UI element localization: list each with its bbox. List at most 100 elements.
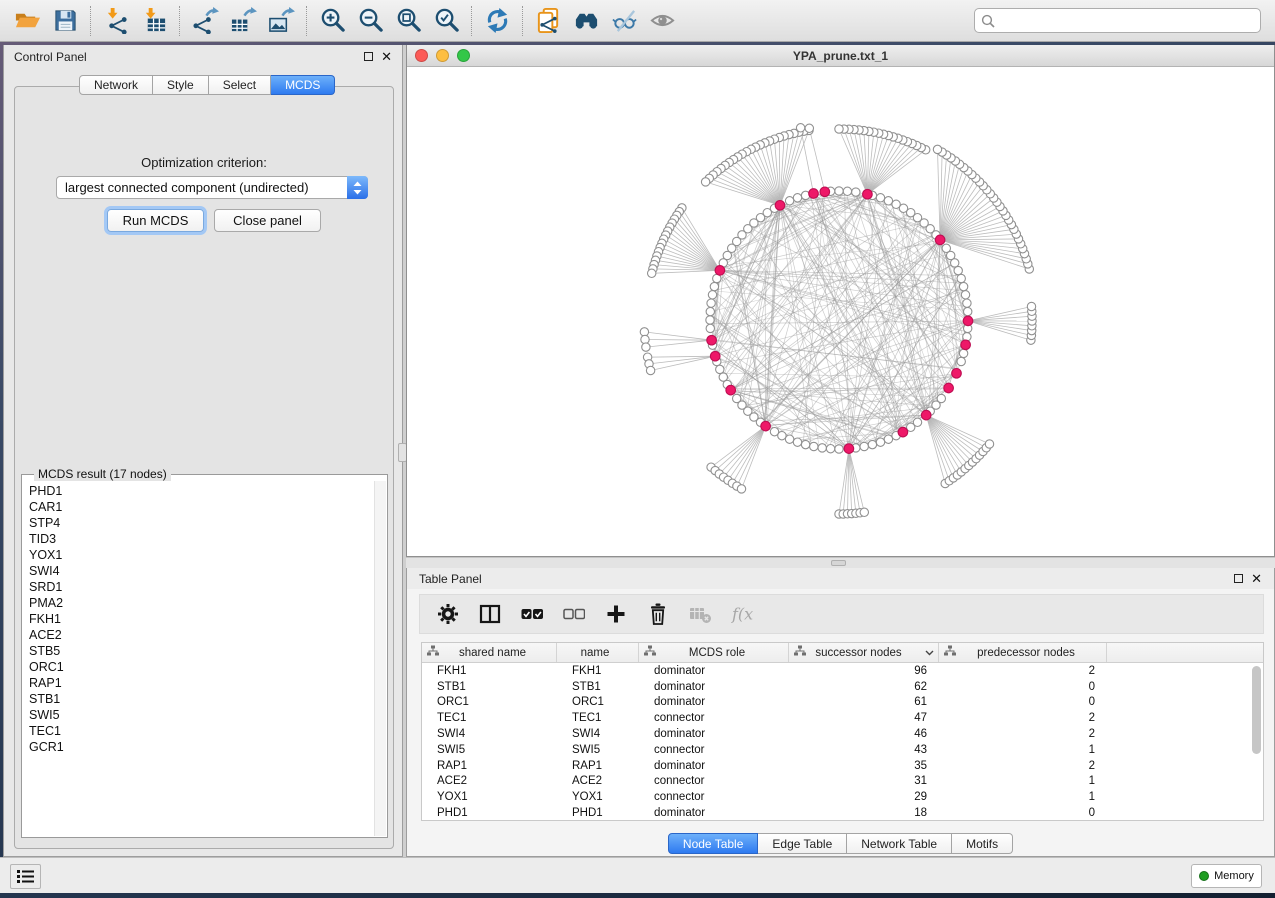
column-header-predecessor-nodes[interactable]: predecessor nodes (939, 643, 1107, 662)
cell-shared-name[interactable]: SWI5 (422, 744, 557, 756)
search-objects-button[interactable] (567, 4, 605, 38)
cell-MCDS-role[interactable]: dominator (639, 681, 789, 693)
mcds-result-item[interactable]: CAR1 (29, 499, 368, 515)
column-header-successor-nodes[interactable]: successor nodes (789, 643, 939, 662)
mcds-result-item[interactable]: ORC1 (29, 659, 368, 675)
column-header-name[interactable]: name (557, 643, 639, 662)
cell-name[interactable]: ORC1 (557, 696, 639, 708)
zoom-selected-button[interactable] (427, 4, 465, 38)
cell-successor-nodes[interactable]: 96 (789, 665, 939, 677)
open-file-button[interactable] (8, 4, 46, 38)
cell-MCDS-role[interactable]: connector (639, 791, 789, 803)
export-network-button[interactable] (186, 4, 224, 38)
mcds-result-list[interactable]: PHD1CAR1STP4TID3YOX1SWI4SRD1PMA2FKH1ACE2… (23, 481, 374, 836)
table-row[interactable]: ACE2ACE2connector311 (422, 774, 1263, 790)
cell-shared-name[interactable]: YOX1 (422, 791, 557, 803)
table-row[interactable]: SWI5SWI5connector431 (422, 742, 1263, 758)
cell-shared-name[interactable]: SWI4 (422, 728, 557, 740)
cell-predecessor-nodes[interactable]: 2 (939, 728, 1107, 740)
float-window-icon[interactable] (364, 52, 373, 61)
network-window-titlebar[interactable]: YPA_prune.txt_1 (407, 45, 1274, 67)
table-row[interactable]: RAP1RAP1dominator352 (422, 758, 1263, 774)
table-scrollbar-thumb[interactable] (1252, 666, 1261, 754)
close-panel-icon[interactable]: ✕ (1251, 574, 1262, 583)
delete-row-button[interactable] (644, 600, 672, 628)
tab-network[interactable]: Network (79, 75, 153, 95)
table-row[interactable]: TEC1TEC1connector472 (422, 710, 1263, 726)
save-session-button[interactable] (46, 4, 84, 38)
cell-MCDS-role[interactable]: dominator (639, 728, 789, 740)
table-row[interactable]: STB1STB1dominator620 (422, 679, 1263, 695)
mcds-result-item[interactable]: STB1 (29, 691, 368, 707)
close-panel-icon[interactable]: ✕ (381, 52, 392, 61)
cell-successor-nodes[interactable]: 43 (789, 744, 939, 756)
cell-name[interactable]: TEC1 (557, 712, 639, 724)
tab-mcds[interactable]: MCDS (271, 75, 335, 95)
mcds-result-item[interactable]: SWI4 (29, 563, 368, 579)
tab-style[interactable]: Style (153, 75, 209, 95)
run-mcds-button[interactable]: Run MCDS (107, 209, 204, 232)
refresh-button[interactable] (478, 4, 516, 38)
cell-successor-nodes[interactable]: 35 (789, 760, 939, 772)
cell-MCDS-role[interactable]: dominator (639, 760, 789, 772)
cell-predecessor-nodes[interactable]: 0 (939, 696, 1107, 708)
export-table-button[interactable] (224, 4, 262, 38)
search-box[interactable] (974, 8, 1261, 33)
tab-network-table[interactable]: Network Table (847, 833, 952, 854)
cell-shared-name[interactable]: PHD1 (422, 807, 557, 819)
column-view-button[interactable] (476, 600, 504, 628)
cell-successor-nodes[interactable]: 31 (789, 775, 939, 787)
share-document-button[interactable] (529, 4, 567, 38)
tab-node-table[interactable]: Node Table (668, 833, 759, 854)
cell-name[interactable]: RAP1 (557, 760, 639, 772)
table-row[interactable]: PHD1PHD1dominator180 (422, 805, 1263, 821)
cell-predecessor-nodes[interactable]: 1 (939, 775, 1107, 787)
cell-name[interactable]: SWI4 (557, 728, 639, 740)
hide-visual-properties-button[interactable] (605, 4, 643, 38)
tab-edge-table[interactable]: Edge Table (758, 833, 847, 854)
cell-name[interactable]: PHD1 (557, 807, 639, 819)
cell-MCDS-role[interactable]: connector (639, 775, 789, 787)
mcds-result-item[interactable]: STP4 (29, 515, 368, 531)
import-table-button[interactable] (135, 4, 173, 38)
mcds-result-item[interactable]: STB5 (29, 643, 368, 659)
cell-name[interactable]: YOX1 (557, 791, 639, 803)
cell-MCDS-role[interactable]: connector (639, 744, 789, 756)
cell-predecessor-nodes[interactable]: 1 (939, 791, 1107, 803)
cell-name[interactable]: SWI5 (557, 744, 639, 756)
select-all-button[interactable] (518, 600, 546, 628)
cell-predecessor-nodes[interactable]: 2 (939, 712, 1107, 724)
mcds-result-item[interactable]: ACE2 (29, 627, 368, 643)
import-network-button[interactable] (97, 4, 135, 38)
close-panel-button[interactable]: Close panel (214, 209, 321, 232)
export-image-button[interactable] (262, 4, 300, 38)
memory-button[interactable]: Memory (1191, 864, 1262, 888)
mcds-result-item[interactable]: YOX1 (29, 547, 368, 563)
cell-predecessor-nodes[interactable]: 0 (939, 807, 1107, 819)
cell-MCDS-role[interactable]: dominator (639, 807, 789, 819)
optimization-criterion-select[interactable]: largest connected component (undirected) (56, 176, 368, 199)
column-header-shared-name[interactable]: shared name (422, 643, 557, 662)
cell-MCDS-role[interactable]: dominator (639, 665, 789, 677)
table-row[interactable]: ORC1ORC1dominator610 (422, 695, 1263, 711)
tab-motifs[interactable]: Motifs (952, 833, 1013, 854)
mcds-result-item[interactable]: FKH1 (29, 611, 368, 627)
zoom-out-button[interactable] (351, 4, 389, 38)
zoom-fit-button[interactable] (389, 4, 427, 38)
mcds-result-item[interactable]: GCR1 (29, 739, 368, 755)
table-row[interactable]: FKH1FKH1dominator962 (422, 663, 1263, 679)
network-canvas[interactable] (407, 67, 1274, 555)
table-row[interactable]: SWI4SWI4dominator462 (422, 726, 1263, 742)
cell-successor-nodes[interactable]: 62 (789, 681, 939, 693)
cell-shared-name[interactable]: ORC1 (422, 696, 557, 708)
cell-name[interactable]: FKH1 (557, 665, 639, 677)
cell-predecessor-nodes[interactable]: 1 (939, 744, 1107, 756)
node-table[interactable]: shared namenameMCDS rolesuccessor nodesp… (421, 642, 1264, 821)
cell-predecessor-nodes[interactable]: 2 (939, 665, 1107, 677)
mcds-result-item[interactable]: PMA2 (29, 595, 368, 611)
window-list-button[interactable] (10, 864, 41, 889)
tab-select[interactable]: Select (209, 75, 271, 95)
mcds-result-item[interactable]: TEC1 (29, 723, 368, 739)
cell-name[interactable]: STB1 (557, 681, 639, 693)
cell-successor-nodes[interactable]: 46 (789, 728, 939, 740)
